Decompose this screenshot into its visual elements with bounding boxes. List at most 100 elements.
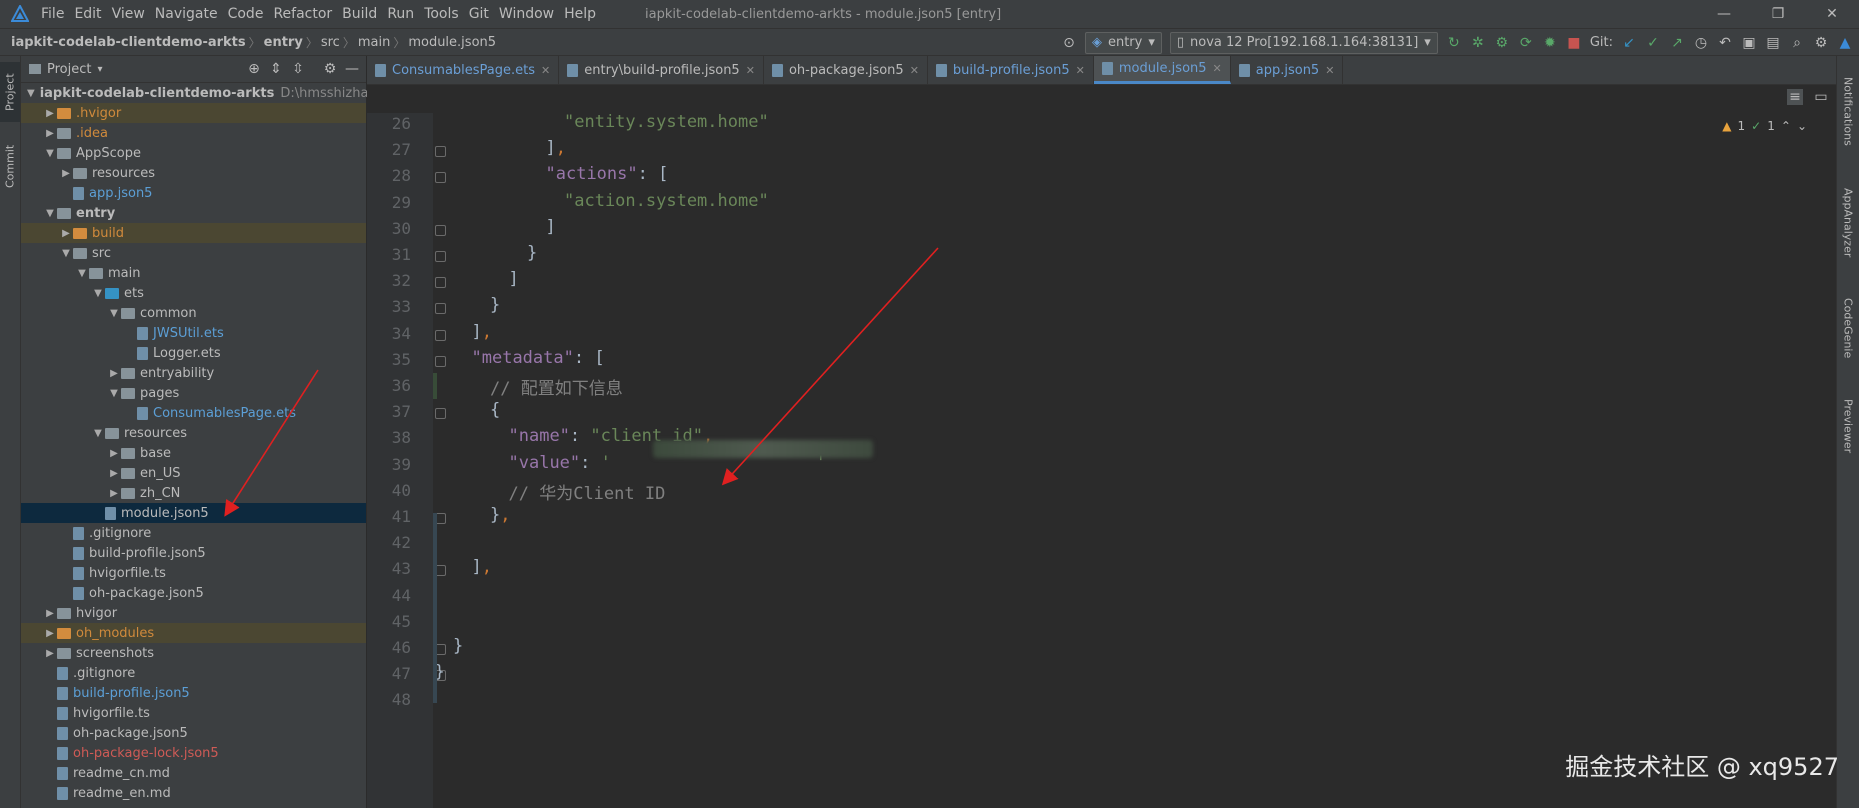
tree-item[interactable]: ▶ zh_CN: [21, 483, 366, 503]
fold-marker-icon[interactable]: [435, 172, 446, 184]
tree-item[interactable]: ▶ base: [21, 443, 366, 463]
chevron-right-icon[interactable]: ▶: [107, 468, 121, 479]
minimize-button[interactable]: —: [1697, 0, 1751, 28]
tree-item[interactable]: ▼ main: [21, 263, 366, 283]
tree-item[interactable]: ▼ iapkit-codelab-clientdemo-arkts D:\hmssh…: [21, 83, 393, 103]
close-tab-icon[interactable]: ✕: [910, 64, 919, 77]
tree-item[interactable]: readme_en.md: [21, 783, 366, 803]
editor-tab[interactable]: module.json5 ✕: [1093, 56, 1231, 84]
tab-previewer[interactable]: Previewer: [1837, 386, 1859, 466]
chevron-down-icon[interactable]: ▼: [43, 148, 57, 159]
tree-item[interactable]: ▶ hvigor: [21, 603, 366, 623]
panel-title[interactable]: Project: [47, 62, 91, 77]
reader-mode-icon[interactable]: ≡: [1787, 89, 1803, 105]
git-update-icon[interactable]: ↙: [1621, 35, 1637, 51]
git-push-icon[interactable]: ↗: [1669, 35, 1685, 51]
editor-tab[interactable]: oh-package.json5 ✕: [764, 56, 928, 84]
tree-item[interactable]: readme_cn.md: [21, 763, 366, 783]
tree-item[interactable]: ▶ screenshots: [21, 643, 366, 663]
tree-item[interactable]: ▶ build: [21, 223, 366, 243]
git-commit-icon[interactable]: ✓: [1645, 35, 1661, 51]
hide-icon[interactable]: —: [344, 61, 360, 77]
breadcrumb-item[interactable]: module.json5: [405, 35, 499, 50]
prev-highlight-icon[interactable]: ⌃: [1781, 119, 1791, 133]
tree-item[interactable]: oh-package-lock.json5: [21, 743, 366, 763]
tree-item[interactable]: ▼ src: [21, 243, 366, 263]
tree-item[interactable]: build-profile.json5: [21, 683, 366, 703]
menu-window[interactable]: Window: [494, 0, 559, 28]
expand-all-icon[interactable]: ⇕: [268, 61, 284, 77]
tree-item[interactable]: ▼ AppScope: [21, 143, 366, 163]
debug-icon[interactable]: ✲: [1470, 35, 1486, 51]
search-icon[interactable]: ⌕: [1789, 35, 1805, 51]
collapse-all-icon[interactable]: ⇳: [290, 61, 306, 77]
tree-item[interactable]: ▼ common: [21, 303, 366, 323]
breadcrumb-item[interactable]: main: [355, 35, 393, 50]
editor-tab[interactable]: app.json5 ✕: [1231, 56, 1344, 84]
menu-help[interactable]: Help: [559, 0, 601, 28]
menu-run[interactable]: Run: [382, 0, 419, 28]
fold-marker-icon[interactable]: [435, 408, 446, 420]
tree-item[interactable]: ConsumablesPage.ets: [21, 403, 366, 423]
chevron-down-icon[interactable]: ▼: [27, 88, 35, 99]
device-dropdown[interactable]: ▯ nova 12 Pro[192.168.1.164:38131] ▾: [1169, 31, 1438, 54]
run-config-dropdown[interactable]: ◈ entry ▾: [1084, 31, 1162, 54]
close-tab-icon[interactable]: ✕: [746, 64, 755, 77]
chevron-down-icon[interactable]: ▼: [75, 268, 89, 279]
menu-refactor[interactable]: Refactor: [268, 0, 337, 28]
chevron-down-icon[interactable]: ▾: [97, 64, 102, 75]
chevron-right-icon[interactable]: ▶: [59, 168, 73, 179]
tab-notifications[interactable]: Notifications: [1837, 66, 1859, 156]
tree-item[interactable]: oh-package.json5: [21, 723, 366, 743]
code-editor[interactable]: 26 27 28 29 30 31 32 33 34 35 36 37 38 39 40 41 42 43 44 45…: [367, 112, 1837, 808]
gear-icon[interactable]: ⚙: [322, 61, 338, 77]
fold-marker-icon[interactable]: [435, 277, 446, 289]
close-tab-icon[interactable]: ✕: [1076, 64, 1085, 77]
tree-item[interactable]: ▶ oh_modules: [21, 623, 366, 643]
sdk-manager-icon[interactable]: ▤: [1765, 35, 1781, 51]
fold-marker-icon[interactable]: [435, 251, 446, 262]
chevron-down-icon[interactable]: ▼: [43, 208, 57, 219]
device-manager-icon[interactable]: ▣: [1741, 35, 1757, 51]
fold-marker-icon[interactable]: [435, 329, 446, 341]
tree-item[interactable]: ▶ entryability: [21, 363, 366, 383]
rollback-icon[interactable]: ↶: [1717, 35, 1733, 51]
close-tab-icon[interactable]: ✕: [1213, 62, 1222, 75]
chevron-down-icon[interactable]: ▼: [91, 428, 105, 439]
history-icon[interactable]: ◷: [1693, 35, 1709, 51]
tree-item[interactable]: ▼ entry: [21, 203, 366, 223]
tab-codegenie[interactable]: CodeGenie: [1837, 288, 1859, 368]
inspection-widget[interactable]: ▲ 1 ✓ 1 ⌃ ⌄: [1722, 119, 1807, 133]
profile-icon[interactable]: ✹: [1542, 35, 1558, 51]
close-button[interactable]: ✕: [1805, 0, 1859, 28]
close-tab-icon[interactable]: ✕: [1325, 64, 1334, 77]
tree-item[interactable]: module.json5: [21, 503, 366, 523]
menu-code[interactable]: Code: [223, 0, 269, 28]
tree-item[interactable]: .gitignore: [21, 523, 366, 543]
fold-marker-icon[interactable]: [435, 224, 446, 236]
chevron-right-icon[interactable]: ▶: [107, 368, 121, 379]
menu-file[interactable]: File: [36, 0, 69, 28]
preview-icon[interactable]: ▭: [1813, 89, 1829, 105]
menu-edit[interactable]: Edit: [69, 0, 106, 28]
maximize-button[interactable]: ❐: [1751, 0, 1805, 28]
fold-marker-icon[interactable]: [435, 303, 446, 315]
locate-icon[interactable]: ⊕: [246, 61, 262, 77]
tree-item[interactable]: ▼ resources: [21, 423, 366, 443]
chevron-right-icon[interactable]: ▶: [59, 228, 73, 239]
chevron-down-icon[interactable]: ▼: [107, 308, 121, 319]
tab-project[interactable]: Project: [0, 62, 20, 122]
chevron-right-icon[interactable]: ▶: [43, 648, 57, 659]
target-icon[interactable]: ⊙: [1061, 35, 1077, 51]
menu-view[interactable]: View: [107, 0, 150, 28]
tree-item[interactable]: build-profile.json5: [21, 543, 366, 563]
chevron-down-icon[interactable]: ▼: [91, 288, 105, 299]
tree-item[interactable]: hvigorfile.ts: [21, 563, 366, 583]
breadcrumb-item[interactable]: iapkit-codelab-clientdemo-arkts: [8, 35, 249, 50]
settings-icon[interactable]: ⚙: [1813, 35, 1829, 51]
tree-item[interactable]: .gitignore: [21, 663, 366, 683]
editor-tab[interactable]: ConsumablesPage.ets ✕: [367, 56, 560, 84]
ide-icon[interactable]: ▲: [1837, 35, 1853, 51]
tree-item[interactable]: ▶ .hvigor: [21, 103, 366, 123]
chevron-right-icon[interactable]: ▶: [43, 108, 57, 119]
